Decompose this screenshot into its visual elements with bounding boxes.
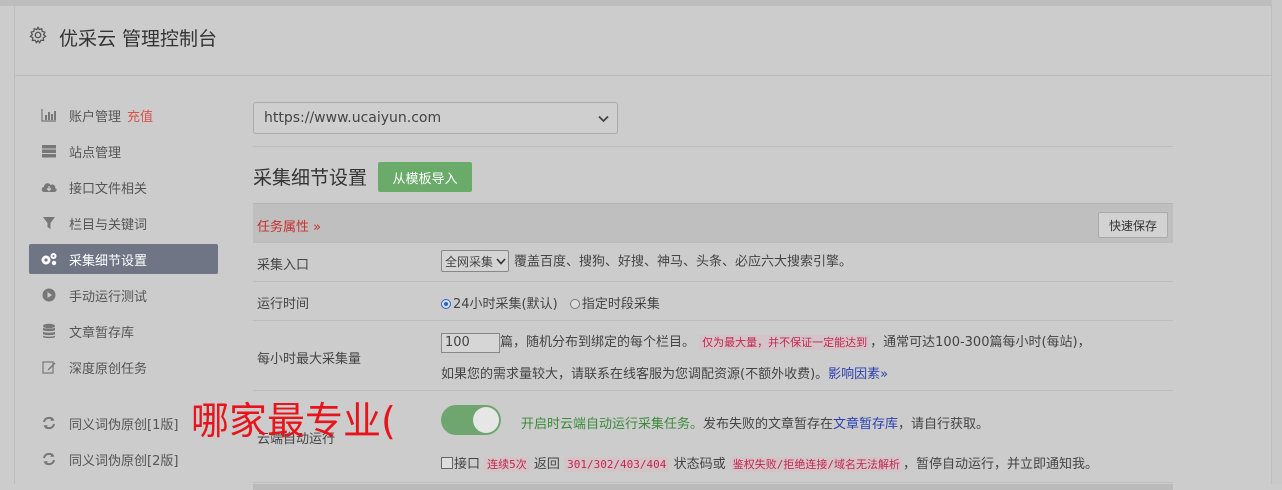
- site-select[interactable]: https://www.ucaiyun.com: [253, 102, 618, 134]
- gears-icon: [39, 251, 59, 267]
- radio-scheduled[interactable]: [569, 299, 580, 309]
- sidebar-item-deep-original[interactable]: 深度原创任务: [29, 352, 218, 382]
- code-consecutive: 连续5次: [484, 457, 530, 472]
- code-status: 301/302/403/404: [564, 457, 670, 472]
- database-icon: [39, 323, 59, 339]
- import-template-button[interactable]: 从模板导入: [378, 162, 472, 192]
- max-per-hour-warning: 仅为最大量，并不保证一定能达到: [699, 335, 871, 350]
- interface-checkbox[interactable]: [441, 457, 453, 469]
- table-row: 采集入口 全网采集 覆盖百度、搜狗、好搜、神马、头条、必应六大搜索引擎。: [253, 243, 1173, 282]
- sidebar-item-label: 手动运行测试: [69, 289, 148, 305]
- sidebar-item-label: 深度原创任务: [69, 361, 148, 377]
- max-per-hour-input[interactable]: 100: [441, 332, 500, 353]
- row-label: 运行时间: [257, 297, 310, 312]
- table-header-row: 任务属性 » 快速保存: [253, 203, 1173, 243]
- sidebar-item-label: 接口文件相关: [69, 181, 148, 197]
- edit-icon: [39, 359, 59, 375]
- toggle-knob: [473, 407, 499, 433]
- cloud-download-icon: [39, 179, 59, 195]
- sidebar-item-label: 采集细节设置: [69, 253, 148, 269]
- cloud-run-note-end: ，请自行获取。: [898, 417, 990, 432]
- sidebar-item-columns[interactable]: 栏目与关键词: [29, 208, 218, 238]
- chevron-down-icon: [598, 112, 609, 126]
- console-header: 优采云 管理控制台: [15, 6, 1271, 76]
- sidebar-item-synonym-v2[interactable]: 同义词伪原创[2版]: [29, 444, 218, 474]
- row-value-line2: 接口 连续5次 返回 301/302/403/404 状态码或 鉴权失败/拒绝连…: [441, 453, 1098, 472]
- table-row: 每小时最大采集量 100 篇，随机分布到绑定的每个栏目。 仅为最大量，并不保证一定…: [253, 321, 1173, 391]
- right-edge: [1271, 0, 1282, 484]
- console-title: 优采云 管理控制台: [59, 28, 218, 50]
- collect-entry-select[interactable]: 全网采集: [441, 250, 510, 272]
- text-pause-notify: ，暂停自动运行，并立即通知我。: [902, 457, 1098, 472]
- overlay-caption: 哪家最专业(: [191, 399, 396, 443]
- section-title: 采集细节设置: [253, 167, 368, 189]
- cloud-auto-run-toggle[interactable]: [441, 405, 501, 435]
- sidebar-item-collect-settings[interactable]: 采集细节设置: [29, 244, 218, 274]
- sidebar-item-label: 栏目与关键词: [69, 217, 148, 233]
- row-value-line1: 开启时云端自动运行采集任务。发布失败的文章暂存在文章暂存库，请自行获取。: [521, 413, 989, 432]
- sidebar-item-label: 站点管理: [69, 145, 122, 161]
- sidebar-item-label: 同义词伪原创[2版]: [69, 453, 179, 469]
- collect-entry-desc: 覆盖百度、搜狗、好搜、神马、头条、必应六大搜索引擎。: [514, 254, 853, 270]
- sidebar-item-sites[interactable]: 站点管理: [29, 136, 218, 166]
- row-value: 24小时采集(默认) 指定时段采集: [441, 293, 660, 312]
- sidebar-item-label: 账户管理: [69, 109, 122, 125]
- quick-save-button[interactable]: 快速保存: [1098, 212, 1168, 238]
- row-value-line1: 100 篇，随机分布到绑定的每个栏目。 仅为最大量，并不保证一定能达到 ，通常可达1…: [441, 331, 1091, 353]
- max-per-hour-note: 篇，随机分布到绑定的每个栏目。: [500, 335, 696, 350]
- gear-icon: [29, 26, 47, 44]
- interface-checkbox-label: 接口: [454, 457, 481, 472]
- filter-icon: [39, 215, 59, 231]
- sidebar-item-interface[interactable]: 接口文件相关: [29, 172, 218, 202]
- sidebar-item-article-store[interactable]: 文章暂存库: [29, 316, 218, 346]
- row-label: 采集入口: [257, 258, 310, 273]
- max-per-hour-typical: ，通常可达100-300篇每小时(每站)，: [870, 335, 1091, 350]
- collect-entry-value: 全网采集: [445, 254, 494, 269]
- bar-chart-icon: [39, 107, 59, 123]
- row-label: 每小时最大采集量: [257, 352, 362, 367]
- radio-24h-label: 24小时采集(默认): [453, 297, 558, 312]
- task-properties-toggle[interactable]: 任务属性 »: [257, 216, 321, 235]
- bottom-strip: [253, 484, 1173, 490]
- table-row: 运行时间 24小时采集(默认) 指定时段采集: [253, 282, 1173, 321]
- server-icon: [39, 143, 59, 159]
- row-value-line2: 如果您的需求量较大，请联系在线客服为您调配资源(不额外收费)。影响因素»: [441, 363, 888, 382]
- refresh-icon: [39, 415, 59, 431]
- code-errors: 鉴权失败/拒绝连接/域名无法解析: [729, 457, 903, 472]
- sidebar-item-account[interactable]: 账户管理 充值: [29, 100, 218, 130]
- radio-scheduled-label: 指定时段采集: [581, 297, 660, 312]
- sidebar-item-manual-test[interactable]: 手动运行测试: [29, 280, 218, 310]
- cloud-run-desc: 开启时云端自动运行采集任务。: [521, 417, 704, 432]
- sidebar-item-label: 同义词伪原创[1版]: [69, 417, 179, 433]
- contact-note: 如果您的需求量较大，请联系在线客服为您调配资源(不额外收费)。: [441, 367, 829, 382]
- play-circle-icon: [39, 287, 59, 303]
- site-select-value: https://www.ucaiyun.com: [264, 110, 442, 126]
- article-store-link[interactable]: 文章暂存库: [833, 417, 898, 432]
- text-status-or: 状态码或: [673, 457, 726, 472]
- divider: [253, 146, 1173, 147]
- radio-24h[interactable]: [441, 299, 451, 309]
- sidebar-item-synonym-v1[interactable]: 同义词伪原创[1版]: [29, 408, 218, 438]
- refresh-icon: [39, 451, 59, 467]
- text-return: 返回: [533, 457, 560, 472]
- row-value: 全网采集 覆盖百度、搜狗、好搜、神马、头条、必应六大搜索引擎。: [441, 250, 852, 272]
- factors-link[interactable]: 影响因素»: [828, 367, 888, 382]
- recharge-link[interactable]: 充值: [127, 106, 153, 125]
- sidebar-item-label: 文章暂存库: [69, 325, 135, 341]
- chevron-down-icon: [496, 257, 506, 265]
- cloud-run-note: 发布失败的文章暂存在: [703, 417, 834, 432]
